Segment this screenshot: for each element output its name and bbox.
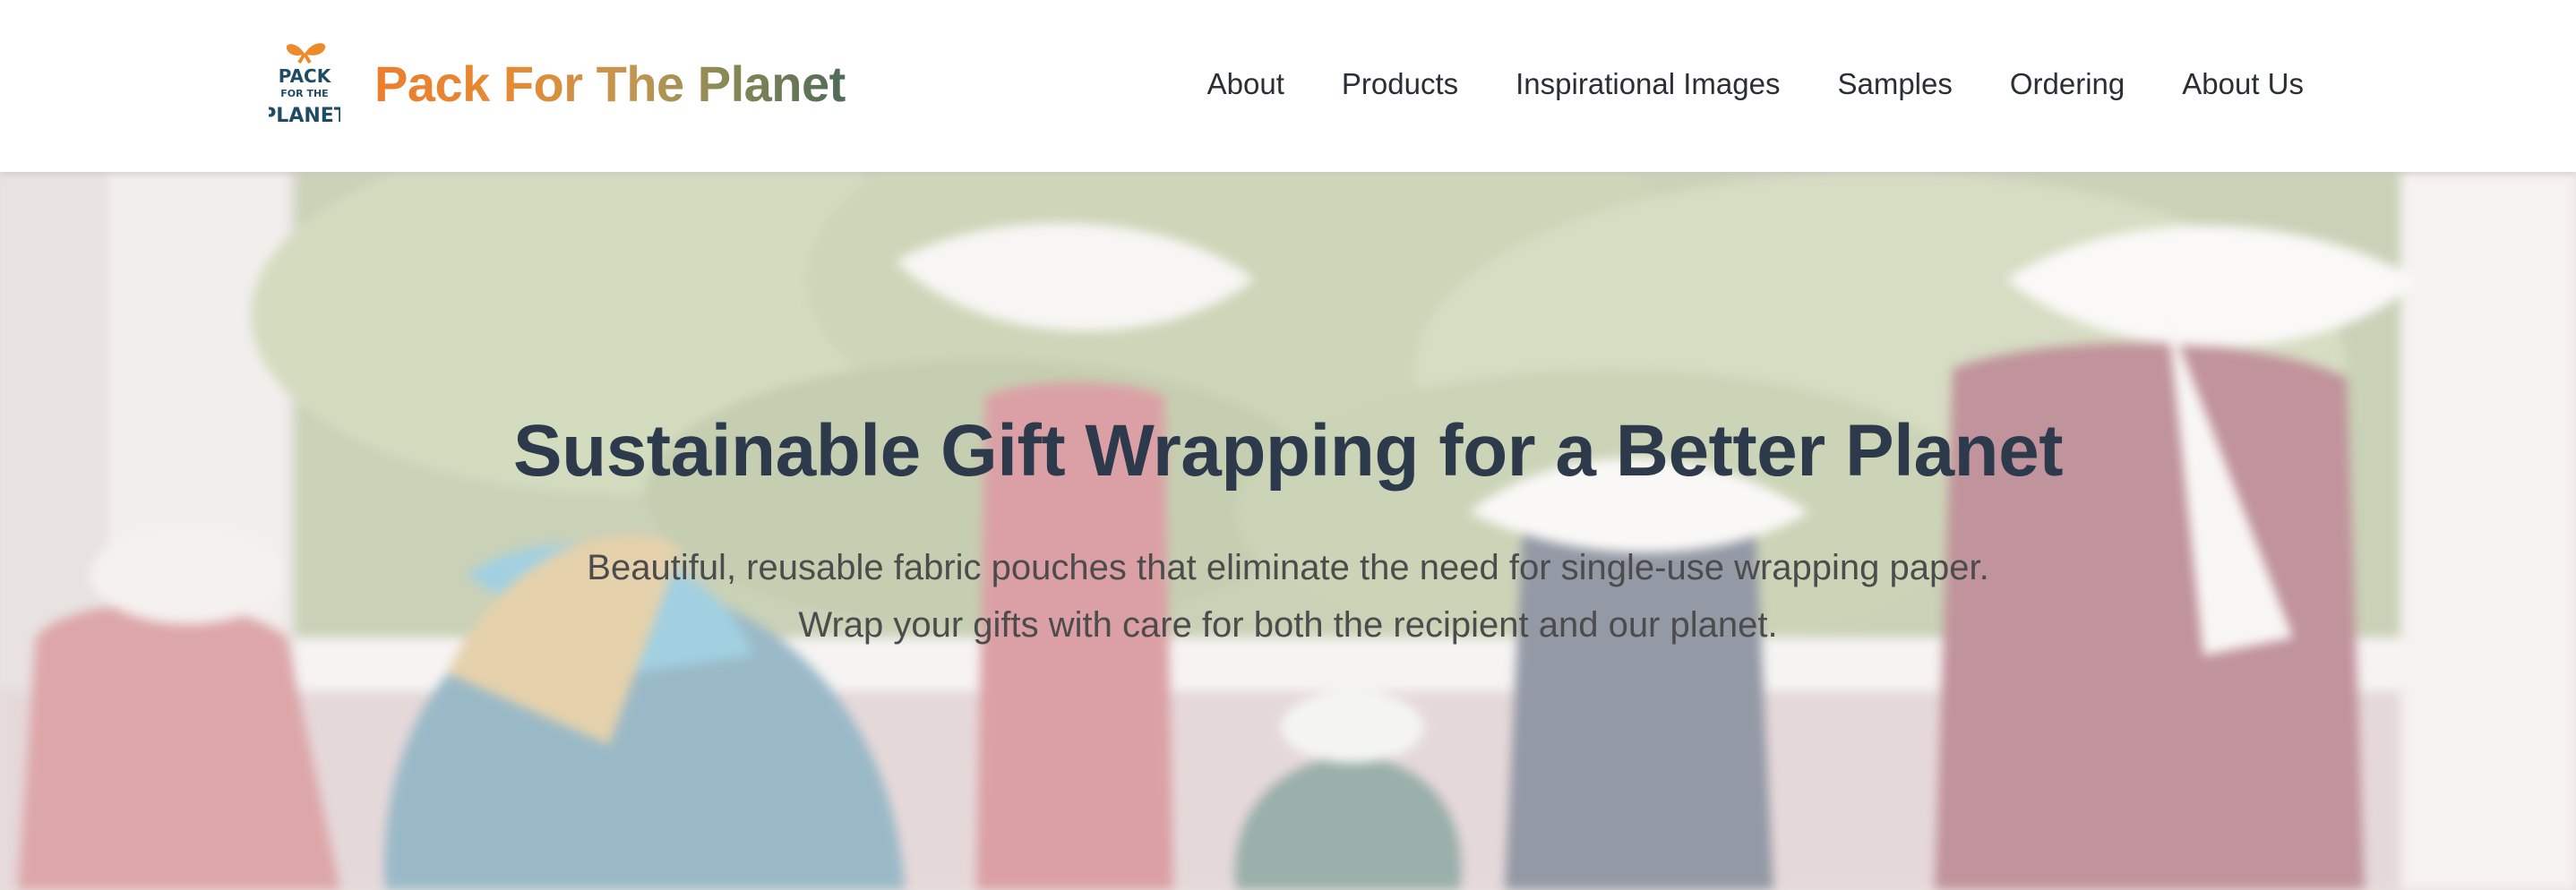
main-nav: About Products Inspirational Images Samp… xyxy=(1207,63,2304,106)
nav-about[interactable]: About xyxy=(1207,63,1284,106)
hero-section: Sustainable Gift Wrapping for a Better P… xyxy=(0,172,2576,890)
nav-products[interactable]: Products xyxy=(1342,63,1458,106)
nav-samples[interactable]: Samples xyxy=(1837,63,1952,106)
hero-subtitle-line-2: Wrap your gifts with care for both the r… xyxy=(798,605,1778,645)
svg-text:FOR THE: FOR THE xyxy=(280,88,328,99)
brand-title[interactable]: Pack For The Planet xyxy=(374,52,846,116)
svg-text:PLANET: PLANET xyxy=(269,105,340,127)
nav-ordering[interactable]: Ordering xyxy=(2010,63,2125,106)
pack-for-the-planet-logo[interactable]: PACK FOR THE PLANET xyxy=(269,38,340,131)
nav-inspirational-images[interactable]: Inspirational Images xyxy=(1516,63,1780,106)
svg-text:PACK: PACK xyxy=(279,65,332,87)
site-header: PACK FOR THE PLANET Pack For The Planet … xyxy=(0,0,2576,172)
nav-about-us[interactable]: About Us xyxy=(2182,63,2304,106)
hero-subtitle-line-1: Beautiful, reusable fabric pouches that … xyxy=(587,548,1989,587)
hero-overlay xyxy=(0,172,2576,890)
hero-title: Sustainable Gift Wrapping for a Better P… xyxy=(512,410,2064,492)
